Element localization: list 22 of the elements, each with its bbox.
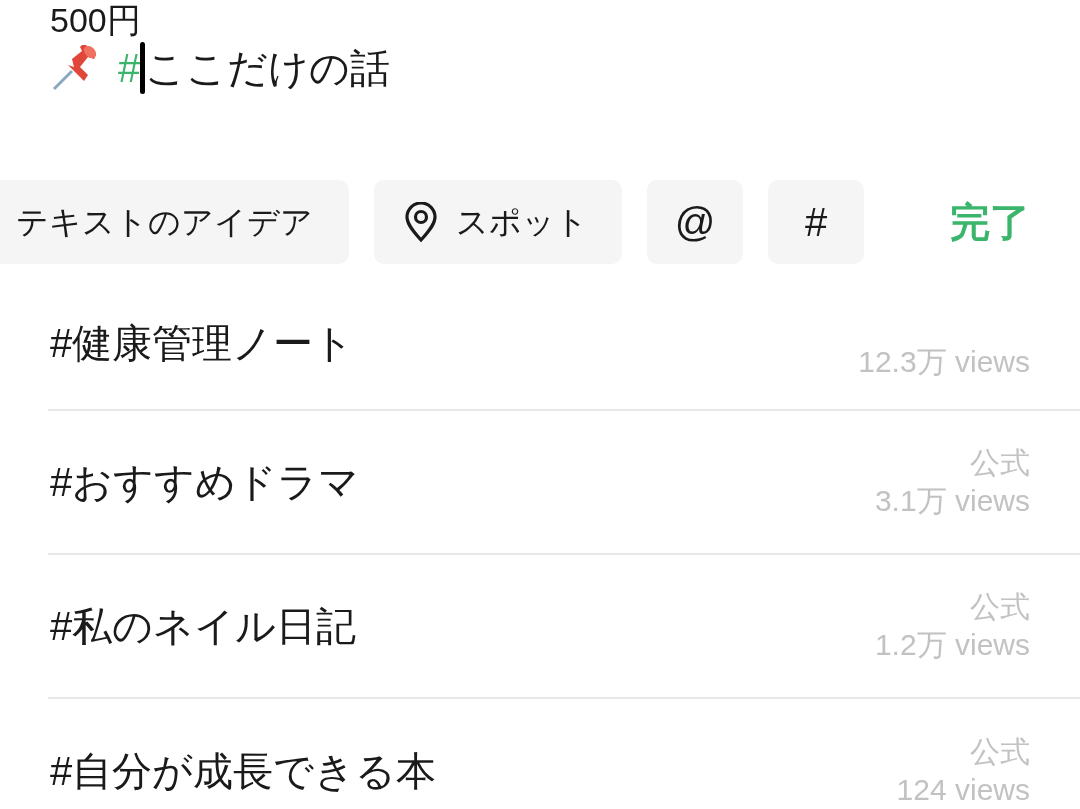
- symbol-chip[interactable]: #: [768, 180, 864, 264]
- hashtag-row[interactable]: #自分が成長できる本 公式 124 views: [48, 699, 1080, 809]
- hashtag-name: #私のネイル日記: [49, 603, 357, 650]
- location-pin-icon: [404, 202, 438, 242]
- hashtag-row[interactable]: #おすすめドラマ 公式 3.1万 views: [48, 411, 1080, 555]
- official-label: 公式: [970, 445, 1030, 481]
- views-count: 124 views: [896, 772, 1030, 808]
- hashtag-name: #おすすめドラマ: [49, 459, 360, 506]
- hashtag-row[interactable]: #健康管理ノート 12.3万 views: [48, 276, 1080, 411]
- views-count: 3.1万 views: [874, 483, 1030, 519]
- hashtag-input[interactable]: #ここだけの話: [118, 42, 391, 94]
- views-count: 12.3万 views: [858, 343, 1030, 380]
- text-ideas-chip[interactable]: テキストのアイデア: [0, 180, 349, 264]
- views-count: 1.2万 views: [874, 627, 1030, 663]
- official-label: 公式: [970, 734, 1030, 770]
- price-text: 500円: [50, 0, 141, 40]
- symbol-chip[interactable]: @: [647, 180, 743, 264]
- hashtag-row[interactable]: #私のネイル日記 公式 1.2万 views: [48, 555, 1080, 699]
- hashtag-name: #健康管理ノート: [49, 319, 355, 367]
- official-label: 公式: [970, 589, 1030, 625]
- hashtag-name: #自分が成長できる本: [49, 748, 437, 795]
- spot-chip[interactable]: スポット: [374, 180, 622, 264]
